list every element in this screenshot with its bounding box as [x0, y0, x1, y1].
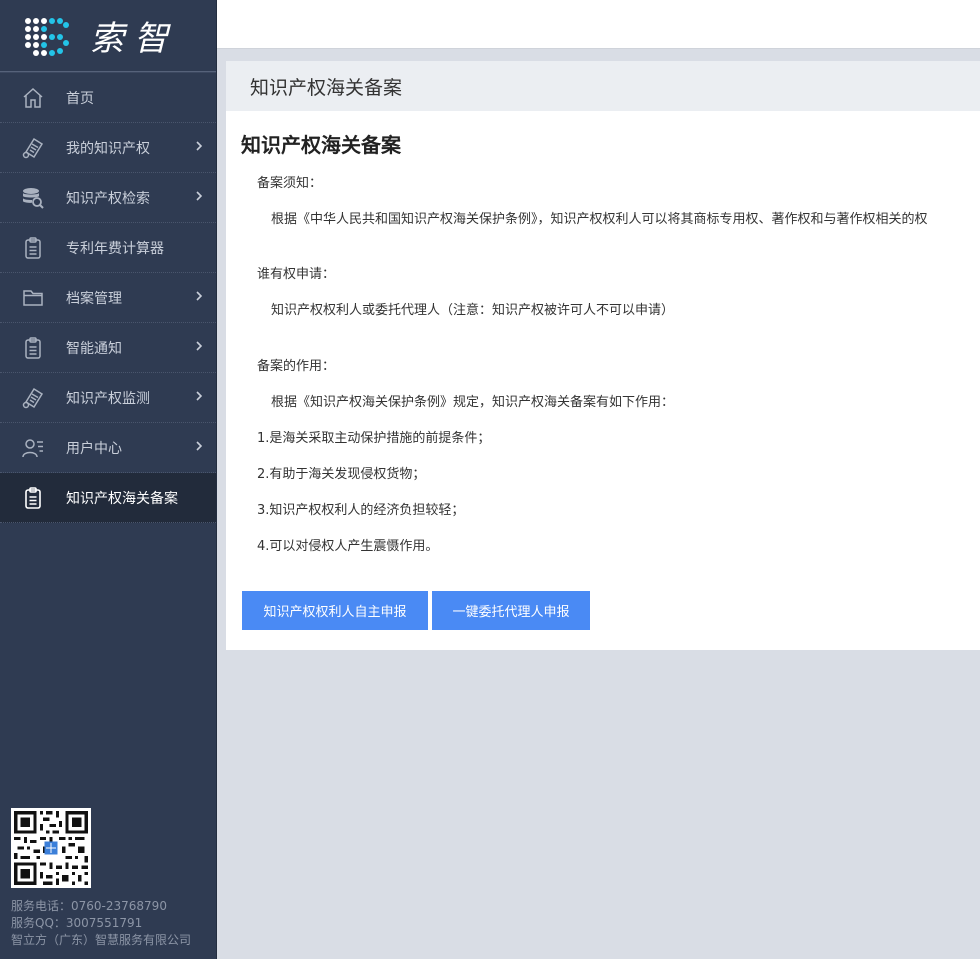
chevron-right-icon	[196, 391, 203, 401]
panel-header: 知识产权海关备案	[226, 61, 980, 111]
sidebar-item-notifications[interactable]: 智能通知	[0, 323, 216, 373]
sidebar-item-label: 知识产权监测	[66, 390, 150, 407]
logo[interactable]: 索智	[0, 0, 216, 72]
chevron-right-icon	[196, 191, 203, 201]
top-bar	[217, 0, 980, 49]
sidebar-item-label: 首页	[66, 90, 94, 107]
page-title: 知识产权海关备案	[241, 133, 401, 157]
company-name: 智立方（广东）智慧服务有限公司	[11, 933, 192, 947]
service-qq: 服务QQ：3007551791	[11, 916, 143, 930]
clipboard-icon	[20, 335, 46, 361]
sidebar-item-label: 用户中心	[66, 440, 122, 457]
list-item: 3.知识产权权利人的经济负担较轻；	[257, 503, 465, 518]
sidebar-nav: 首页 我的知识产权 知识产权检索 专利年费计算器 档案管理 智能通知 知识产权监…	[0, 72, 216, 523]
chevron-right-icon	[196, 141, 203, 151]
folder-icon	[20, 285, 46, 311]
sidebar-item-user-center[interactable]: 用户中心	[0, 423, 216, 473]
who-text: 知识产权权利人或委托代理人（注意：知识产权被许可人不可以申请）	[271, 303, 675, 318]
sidebar-item-ip-search[interactable]: 知识产权检索	[0, 173, 216, 223]
role-label: 备案的作用：	[257, 359, 336, 374]
user-list-icon	[20, 435, 46, 461]
home-icon	[20, 85, 46, 111]
sidebar-item-ip-monitoring[interactable]: 知识产权监测	[0, 373, 216, 423]
chevron-right-icon	[196, 291, 203, 301]
certificate-icon	[20, 385, 46, 411]
chevron-right-icon	[196, 441, 203, 451]
clipboard-icon	[20, 485, 46, 511]
sidebar-item-label: 我的知识产权	[66, 140, 150, 157]
service-phone: 服务电话：0760-23768790	[11, 899, 167, 913]
qr-code-icon	[11, 808, 91, 888]
panel-header-title: 知识产权海关备案	[250, 76, 403, 99]
sidebar-item-fee-calculator[interactable]: 专利年费计算器	[0, 223, 216, 273]
logo-mark-icon	[25, 17, 69, 56]
list-item: 4.可以对侵权人产生震慑作用。	[257, 539, 439, 554]
role-text: 根据《知识产权海关保护条例》规定，知识产权海关备案有如下作用：	[271, 395, 675, 410]
self-apply-button[interactable]: 知识产权权利人自主申报	[242, 591, 428, 630]
notice-label: 备案须知：	[257, 176, 323, 191]
notice-text: 根据《中华人民共和国知识产权海关保护条例》，知识产权权利人可以将其商标专用权、著…	[271, 212, 928, 227]
sidebar-item-home[interactable]: 首页	[0, 73, 216, 123]
sidebar-item-customs-filing[interactable]: 知识产权海关备案	[0, 473, 216, 523]
sidebar-item-label: 专利年费计算器	[66, 240, 164, 257]
chevron-right-icon	[196, 341, 203, 351]
sidebar-item-my-ip[interactable]: 我的知识产权	[0, 123, 216, 173]
sidebar-item-label: 智能通知	[66, 340, 122, 357]
list-item: 1.是海关采取主动保护措施的前提条件；	[257, 431, 491, 446]
sidebar-item-archive[interactable]: 档案管理	[0, 273, 216, 323]
who-label: 谁有权申请：	[257, 267, 336, 282]
database-search-icon	[20, 185, 46, 211]
certificate-icon	[20, 135, 46, 161]
brand-name: 索智	[90, 19, 178, 59]
list-item: 2.有助于海关发现侵权货物；	[257, 467, 426, 482]
content-panel: 知识产权海关备案 知识产权海关备案 备案须知： 根据《中华人民共和国知识产权海关…	[226, 61, 980, 650]
sidebar-item-label: 知识产权海关备案	[66, 490, 178, 507]
sidebar-footer: 服务电话：0760-23768790 服务QQ：3007551791 智立方（广…	[11, 898, 191, 949]
qr-code	[11, 808, 91, 888]
sidebar-item-label: 档案管理	[66, 290, 122, 307]
agent-apply-button[interactable]: 一键委托代理人申报	[432, 591, 590, 630]
sidebar-item-label: 知识产权检索	[66, 190, 150, 207]
sidebar: 索智 首页 我的知识产权 知识产权检索 专利年费计算器 档案管理 智能通知 知识…	[0, 0, 217, 959]
clipboard-icon	[20, 235, 46, 261]
